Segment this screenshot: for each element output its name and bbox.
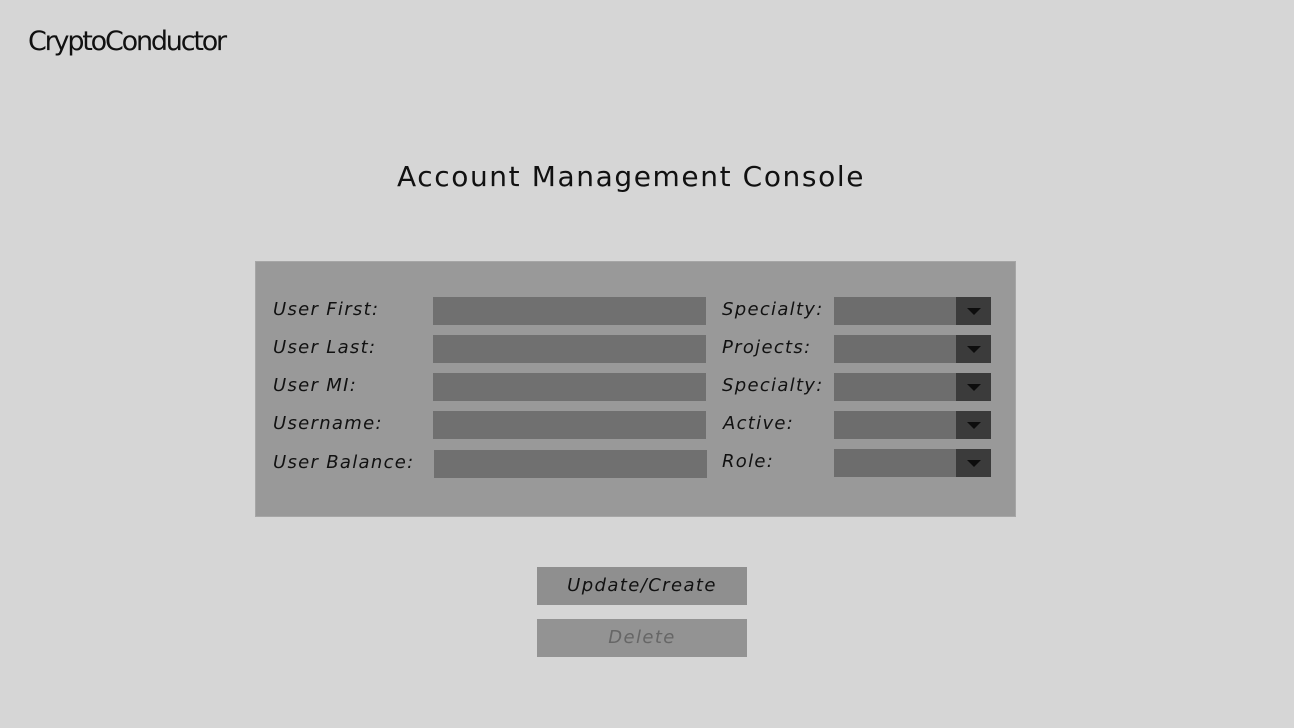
update-create-button[interactable]: Update/Create <box>537 567 747 605</box>
role-select[interactable] <box>834 449 991 477</box>
specialty-dropdown-button[interactable] <box>956 297 991 325</box>
active-dropdown-button[interactable] <box>956 411 991 439</box>
username-input[interactable] <box>433 411 706 439</box>
chevron-down-icon <box>967 460 981 467</box>
role-label: Role: <box>722 451 775 472</box>
page-title: Account Management Console <box>396 160 866 193</box>
user-last-input[interactable] <box>433 335 706 363</box>
chevron-down-icon <box>967 384 981 391</box>
projects-dropdown-button[interactable] <box>956 335 991 363</box>
role-dropdown-button[interactable] <box>956 449 991 477</box>
user-first-label: User First: <box>273 299 380 320</box>
specialty-2-dropdown-button[interactable] <box>956 373 991 401</box>
chevron-down-icon <box>967 346 981 353</box>
projects-select[interactable] <box>834 335 991 363</box>
delete-button[interactable]: Delete <box>537 619 747 657</box>
user-last-label: User Last: <box>273 337 377 358</box>
specialty-2-select[interactable] <box>834 373 991 401</box>
user-first-input[interactable] <box>433 297 706 325</box>
chevron-down-icon <box>967 308 981 315</box>
specialty-select[interactable] <box>834 297 991 325</box>
active-select[interactable] <box>834 411 991 439</box>
app-logo: CryptoConductor <box>28 26 227 57</box>
projects-label: Projects: <box>722 337 812 358</box>
user-balance-input[interactable] <box>434 450 707 478</box>
user-mi-input[interactable] <box>433 373 706 401</box>
active-label: Active: <box>723 413 795 434</box>
chevron-down-icon <box>967 422 981 429</box>
user-mi-label: User MI: <box>273 375 358 396</box>
specialty-2-label: Specialty: <box>722 375 824 396</box>
account-form-panel: User First: User Last: User MI: Username… <box>255 261 1016 517</box>
username-label: Username: <box>273 413 383 434</box>
user-balance-label: User Balance: <box>273 452 415 473</box>
specialty-label: Specialty: <box>722 299 824 320</box>
